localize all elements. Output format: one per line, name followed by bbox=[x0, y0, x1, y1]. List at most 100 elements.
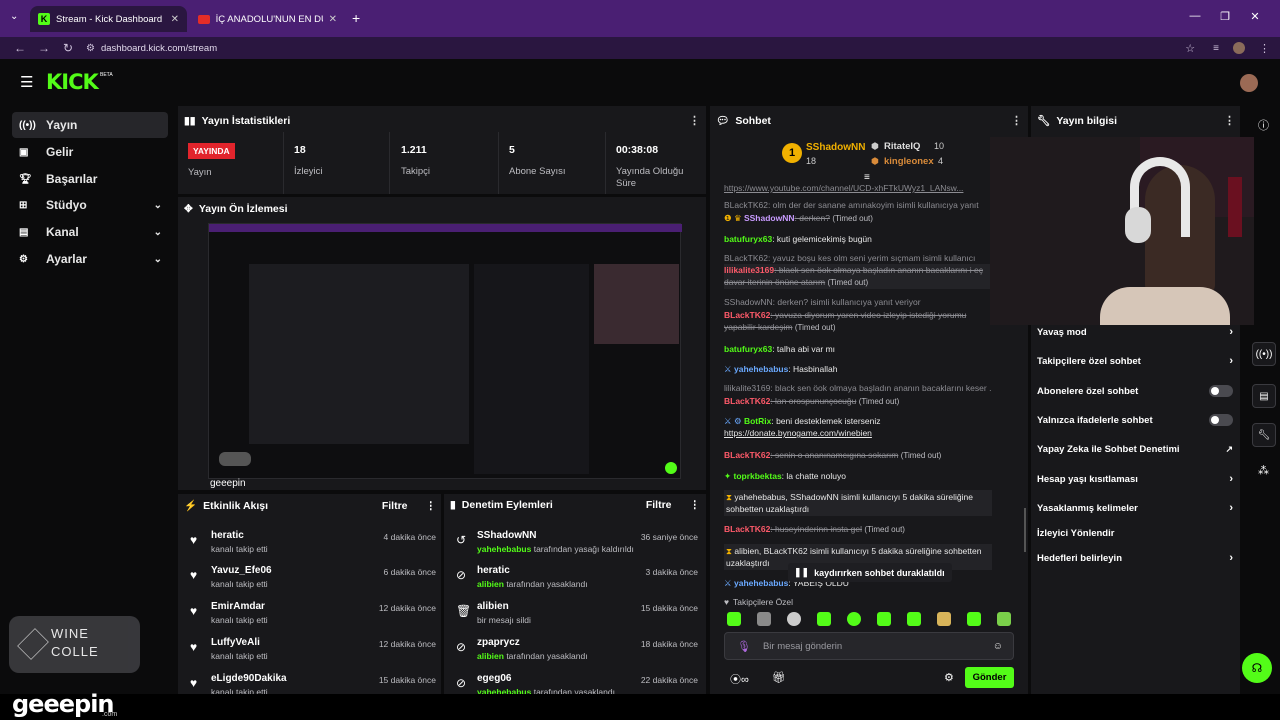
url-field[interactable]: dashboard.kick.com/stream bbox=[101, 43, 217, 54]
moderation-actor[interactable]: alibien bbox=[477, 579, 504, 589]
more-options-icon[interactable]: ⋮ bbox=[690, 499, 701, 511]
top-gifter-3[interactable]: kingleonex bbox=[884, 156, 934, 167]
kick-logo[interactable]: KICK bbox=[46, 70, 99, 94]
tab-kick-dashboard[interactable]: K Stream - Kick Dashboard ✕ bbox=[30, 6, 187, 32]
reload-icon[interactable]: ↻ bbox=[56, 41, 80, 55]
moderation-actor[interactable]: yahehebabus bbox=[477, 544, 531, 554]
chat-username[interactable]: BLackTK62 bbox=[724, 450, 770, 460]
moderation-name[interactable]: zpaprycz bbox=[477, 637, 588, 648]
hamburger-menu-icon[interactable]: ☰ bbox=[20, 73, 33, 91]
gift-icon[interactable]: 🎁︎ bbox=[772, 671, 786, 684]
chevron-down-icon: ⌄ bbox=[153, 199, 162, 211]
forward-icon[interactable]: → bbox=[32, 41, 56, 55]
activity-name[interactable]: eLigde90Dakika bbox=[211, 673, 287, 684]
profile-avatar[interactable] bbox=[1233, 42, 1245, 54]
chat-message[interactable]: https://www.youtube.com/channel/UCD-xhFT… bbox=[724, 182, 992, 194]
user-avatar[interactable] bbox=[1240, 74, 1258, 92]
more-options-icon[interactable]: ⋮ bbox=[426, 500, 437, 512]
setting-ai-moderation[interactable]: Yapay Zeka ile Sohbet Denetimi ↗ bbox=[1037, 436, 1233, 462]
chat-username[interactable]: BLackTK62 bbox=[724, 396, 770, 406]
emote[interactable] bbox=[937, 612, 951, 626]
rail-wrench-button[interactable]: 🔧︎ bbox=[1252, 423, 1276, 447]
info-icon[interactable]: ⓘ bbox=[1258, 117, 1269, 133]
emote[interactable] bbox=[727, 612, 741, 626]
setting-goals[interactable]: Hedefleri belirleyin › bbox=[1037, 545, 1233, 571]
moderation-actor[interactable]: alibien bbox=[477, 651, 504, 661]
emote[interactable] bbox=[967, 612, 981, 626]
activity-name[interactable]: LuffyVeAli bbox=[211, 637, 268, 648]
sidebar-item-ayarlar[interactable]: ⚙ Ayarlar ⌄ bbox=[12, 246, 168, 272]
site-info-icon[interactable]: ⚙ bbox=[86, 43, 95, 54]
moderation-name[interactable]: egeg06 bbox=[477, 673, 615, 684]
rail-broadcast-button[interactable]: ((•)) bbox=[1252, 342, 1276, 366]
sidebar-item-gelir[interactable]: ▣ Gelir bbox=[12, 139, 168, 165]
more-options-icon[interactable]: ⋮ bbox=[689, 114, 700, 127]
points-icon[interactable]: ⦿∞ bbox=[730, 671, 749, 687]
moderation-name[interactable]: SShadowNN bbox=[477, 530, 634, 541]
tab-search-icon[interactable]: ⌄ bbox=[10, 11, 18, 22]
maximize-icon[interactable]: ❐ bbox=[1210, 10, 1240, 23]
activity-filter-button[interactable]: Filtre bbox=[382, 500, 408, 512]
preview-dashboard-left bbox=[249, 264, 469, 444]
activity-name[interactable]: EmirAmdar bbox=[211, 601, 268, 612]
moderation-name[interactable]: heratic bbox=[477, 565, 588, 576]
chat-username[interactable]: batufuryx63 bbox=[724, 344, 772, 354]
emote[interactable] bbox=[787, 612, 801, 626]
chat-link[interactable]: https://donate.bynogame.com/winebien bbox=[724, 428, 872, 438]
chat-username[interactable]: yahehebabus bbox=[734, 364, 788, 374]
close-tab-icon[interactable]: ✕ bbox=[329, 14, 337, 25]
emote[interactable] bbox=[817, 612, 831, 626]
emote[interactable] bbox=[847, 612, 861, 626]
setting-account-age[interactable]: Hesap yaşı kısıtlaması › bbox=[1037, 466, 1233, 492]
emote-only-toggle[interactable] bbox=[1209, 414, 1233, 426]
chat-scrollbar[interactable] bbox=[1024, 508, 1026, 552]
mic-icon[interactable]: 🎙︎ bbox=[737, 640, 751, 653]
sidebar-item-kanal[interactable]: ▤ Kanal ⌄ bbox=[12, 219, 168, 245]
emote[interactable] bbox=[877, 612, 891, 626]
setting-followers-only[interactable]: Takipçilere özel sohbet › bbox=[1037, 348, 1233, 374]
top-gifter-1[interactable]: SShadowNN bbox=[806, 142, 865, 153]
top-gifter-2[interactable]: RitateIQ bbox=[884, 141, 920, 152]
chat-username[interactable]: BLackTK62 bbox=[724, 310, 770, 320]
new-tab-icon[interactable]: + bbox=[352, 10, 360, 26]
chat-username[interactable]: BotRix bbox=[744, 416, 771, 426]
bookmark-star-icon[interactable]: ☆ bbox=[1185, 42, 1195, 55]
moderation-filter-button[interactable]: Filtre bbox=[646, 499, 672, 511]
chat-username[interactable]: yahehebabus bbox=[734, 578, 788, 588]
emote[interactable] bbox=[997, 612, 1011, 626]
close-window-icon[interactable]: ✕ bbox=[1240, 10, 1270, 23]
emoji-icon[interactable]: ☺ bbox=[993, 641, 1003, 652]
rail-layout-button[interactable]: ▤ bbox=[1252, 384, 1276, 408]
close-tab-icon[interactable]: ✕ bbox=[171, 14, 179, 25]
chat-username[interactable]: lilikalite3169 bbox=[724, 265, 774, 275]
support-chat-button[interactable]: ☊ bbox=[1242, 653, 1272, 683]
sidebar-item-basarilar[interactable]: 🏆︎ Başarılar bbox=[12, 166, 168, 192]
moderation-name[interactable]: alibien bbox=[477, 601, 531, 612]
chat-input[interactable]: 🎙︎ Bir mesaj gönderin ☺ bbox=[724, 632, 1014, 660]
chat-username[interactable]: toprkbektas bbox=[733, 471, 781, 481]
back-icon[interactable]: ← bbox=[8, 41, 32, 55]
minimize-icon[interactable]: — bbox=[1180, 10, 1210, 23]
setting-banned-words[interactable]: Yasaklanmış kelimeler › bbox=[1037, 495, 1233, 521]
sidebar-item-yayin[interactable]: ((•)) Yayın bbox=[12, 112, 168, 138]
stream-preview-video[interactable] bbox=[208, 223, 682, 479]
emote[interactable] bbox=[907, 612, 921, 626]
chat-username[interactable]: batufuryx63 bbox=[724, 234, 772, 244]
chat-username[interactable]: BLackTK62 bbox=[724, 524, 770, 534]
more-options-icon[interactable]: ⋮ bbox=[1011, 114, 1022, 127]
setting-raid[interactable]: İzleyici Yönlendir bbox=[1037, 520, 1233, 546]
tab-youtube[interactable]: İÇ ANADOLU'NUN EN DÜŞÜK ✕ bbox=[190, 6, 345, 32]
chat-settings-icon[interactable]: ⚙ bbox=[944, 671, 954, 684]
share-icon[interactable]: ⁂ bbox=[1258, 464, 1269, 477]
chat-username[interactable]: SShadowNN bbox=[744, 213, 795, 223]
chat-paused-banner[interactable]: ❚❚ kaydırırken sohbet duraklatıldı bbox=[788, 563, 952, 582]
sidebar-item-studyo[interactable]: ⊞ Stüdyo ⌄ bbox=[12, 192, 168, 218]
browser-menu-icon[interactable]: ⋮ bbox=[1259, 42, 1270, 55]
more-options-icon[interactable]: ⋮ bbox=[1224, 114, 1235, 127]
emote[interactable] bbox=[757, 612, 771, 626]
subscribers-only-toggle[interactable] bbox=[1209, 385, 1233, 397]
activity-name[interactable]: Yavuz_Efe06 bbox=[211, 565, 272, 576]
send-button[interactable]: Gönder bbox=[965, 667, 1014, 688]
extensions-icon[interactable]: ≡ bbox=[1213, 43, 1219, 54]
activity-name[interactable]: heratic bbox=[211, 530, 268, 541]
